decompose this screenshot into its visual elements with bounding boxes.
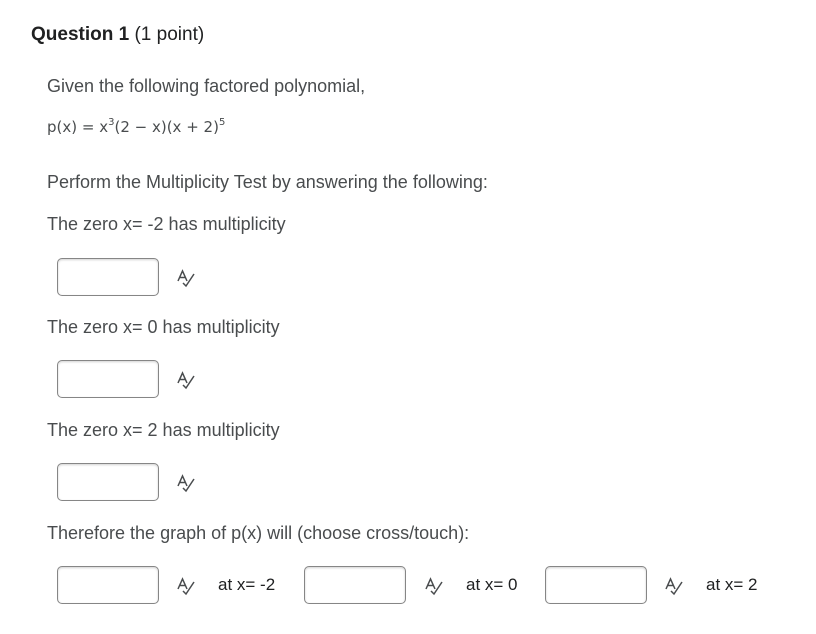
part-3-answer-input[interactable] (57, 463, 159, 501)
polynomial-expression: p(x) = x3(2 − x)(x + 2)5 (47, 117, 225, 136)
part-1-answer-input[interactable] (57, 258, 159, 296)
behavior-x-neg2-input[interactable] (57, 566, 159, 604)
behavior-x-2-input[interactable] (545, 566, 647, 604)
spell-check-icon[interactable] (176, 370, 196, 390)
question-header: Question 1 (1 point) (31, 24, 204, 46)
poly-lhs: p(x) = x (47, 118, 109, 136)
behavior-suffix-2: at x= 0 (466, 575, 518, 594)
question-points: (1 point) (134, 24, 205, 45)
poly-exponent-2: 5 (218, 117, 226, 128)
part-2-answer-input[interactable] (57, 360, 159, 398)
behavior-label: Therefore the graph of p(x) will (choose… (47, 523, 470, 543)
behavior-suffix-1: at x= -2 (218, 575, 276, 594)
behavior-suffix-3: at x= 2 (706, 575, 758, 594)
spell-check-icon[interactable] (176, 268, 196, 288)
part-2-label: The zero x= 0 has multiplicity (47, 317, 280, 337)
spell-check-icon[interactable] (176, 576, 196, 596)
spell-check-icon[interactable] (176, 473, 196, 493)
behavior-x-0-input[interactable] (304, 566, 406, 604)
part-1-label: The zero x= -2 has multiplicity (47, 214, 286, 234)
poly-mid: (2 − x)(x + 2) (114, 118, 219, 136)
prompt-intro: Given the following factored polynomial, (47, 76, 366, 96)
spell-check-icon[interactable] (424, 576, 444, 596)
prompt-instruction: Perform the Multiplicity Test by answeri… (47, 172, 488, 192)
question-title: Question 1 (31, 24, 130, 45)
part-3-label: The zero x= 2 has multiplicity (47, 420, 280, 440)
spell-check-icon[interactable] (664, 576, 684, 596)
